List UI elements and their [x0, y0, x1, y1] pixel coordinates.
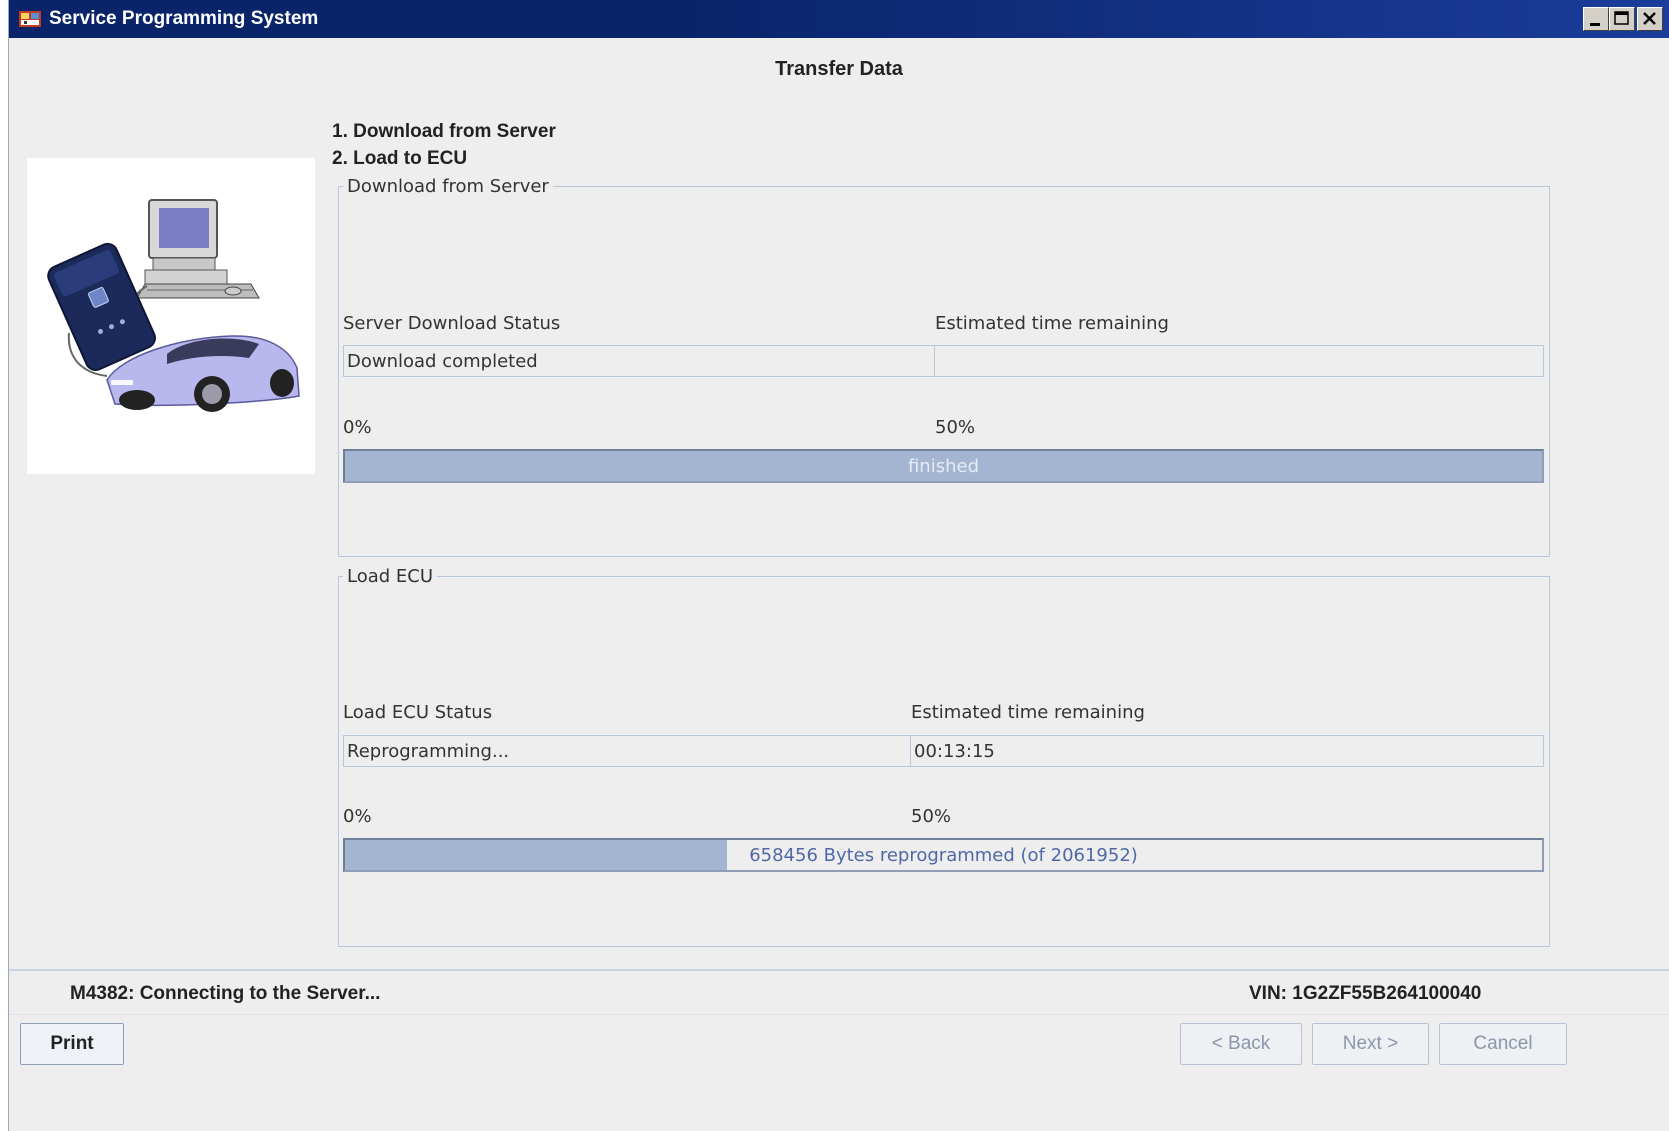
server-download-status-field: Download completed: [343, 345, 935, 377]
maximize-button[interactable]: [1609, 7, 1635, 31]
cancel-button[interactable]: Cancel: [1439, 1023, 1567, 1065]
page-heading: Transfer Data: [775, 58, 903, 80]
sps-app-icon: [19, 11, 41, 27]
load-ecu-status-value: Reprogramming...: [347, 741, 510, 762]
load-ecu-group-legend: Load ECU: [347, 566, 434, 587]
step-load-ecu: 2. Load to ECU: [332, 148, 468, 169]
server-download-status-label: Server Download Status: [343, 313, 561, 334]
vin-label: VIN: 1G2ZF55B264100040: [1249, 983, 1482, 1004]
status-message: M4382: Connecting to the Server...: [70, 983, 381, 1004]
ecu-time-remaining-field: 00:13:15: [910, 735, 1544, 767]
sps-window: Service Programming System Transfer Data…: [9, 0, 1669, 1131]
mdi-computer-car-image: [47, 199, 300, 412]
download-progress-bar: finished: [343, 449, 1544, 483]
load-ecu-status-field: Reprogramming...: [343, 735, 911, 767]
download-group-legend: Download from Server: [347, 176, 549, 197]
device-illustration: [27, 158, 315, 474]
download-time-remaining-label: Estimated time remaining: [935, 313, 1169, 334]
status-separator: [9, 969, 1669, 971]
window-title: Service Programming System: [49, 8, 319, 29]
ecu-time-remaining-label: Estimated time remaining: [911, 702, 1145, 723]
print-button[interactable]: Print: [20, 1023, 124, 1065]
ecu-progress-min-label: 0%: [343, 806, 372, 827]
back-button[interactable]: < Back: [1180, 1023, 1302, 1065]
button-separator: [9, 1014, 1669, 1015]
close-button[interactable]: [1637, 7, 1663, 31]
next-button[interactable]: Next >: [1312, 1023, 1429, 1065]
title-bar[interactable]: Service Programming System: [9, 0, 1669, 38]
load-ecu-status-label: Load ECU Status: [343, 702, 493, 723]
step-download: 1. Download from Server: [332, 121, 556, 142]
maximize-icon: [1614, 11, 1629, 25]
ecu-time-remaining-value: 00:13:15: [914, 741, 995, 762]
download-progress-mid-label: 50%: [935, 417, 976, 438]
download-progress-min-label: 0%: [343, 417, 372, 438]
ecu-progress-bar: 658456 Bytes reprogrammed (of 2061952): [343, 838, 1544, 872]
minimize-button[interactable]: [1583, 7, 1609, 31]
ecu-progress-text: 658456 Bytes reprogrammed (of 2061952): [749, 845, 1138, 866]
server-download-status-value: Download completed: [347, 351, 538, 372]
left-window-edge: [0, 0, 9, 1131]
minimize-icon: [1590, 23, 1600, 26]
ecu-progress-mid-label: 50%: [911, 806, 952, 827]
download-time-remaining-field: [934, 345, 1544, 377]
close-icon: [1643, 12, 1656, 25]
download-progress-text: finished: [907, 456, 980, 477]
